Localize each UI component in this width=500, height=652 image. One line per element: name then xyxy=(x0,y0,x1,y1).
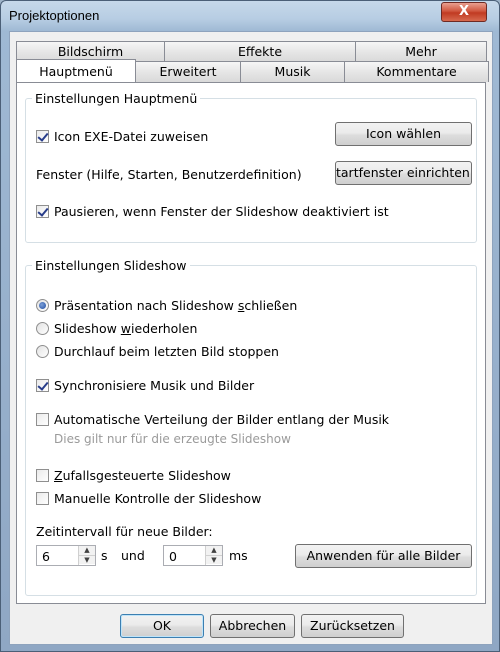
project-options-window: Projektoptionen X Bildschirm Effekte Meh… xyxy=(0,0,500,652)
choose-icon-button[interactable]: Icon wählen xyxy=(335,122,472,146)
manual-control-label[interactable]: Manuelle Kontrolle der Slideshow xyxy=(54,491,261,506)
reset-button[interactable]: Zurücksetzen xyxy=(301,614,404,638)
close-button[interactable]: X xyxy=(441,2,487,22)
repeat-slideshow-label[interactable]: Slideshow wiederholen xyxy=(54,321,197,336)
stepper-up-icon[interactable]: ▲ xyxy=(79,546,95,555)
auto-distribute-checkbox[interactable] xyxy=(36,413,49,426)
ok-button[interactable]: OK xyxy=(120,614,204,638)
stepper-up-icon[interactable]: ▲ xyxy=(206,546,222,555)
group-main-menu-legend: Einstellungen Hauptmenü xyxy=(35,91,198,106)
tab-kommentare[interactable]: Kommentare xyxy=(344,61,489,82)
tab-musik[interactable]: Musik xyxy=(240,61,345,82)
milliseconds-unit-label: ms xyxy=(229,548,248,563)
setup-start-window-button[interactable]: tartfenster einrichten. xyxy=(335,161,472,185)
sync-music-checkbox[interactable] xyxy=(36,379,49,392)
milliseconds-value[interactable]: 0 xyxy=(169,549,177,564)
icon-exe-checkbox[interactable] xyxy=(36,130,49,143)
repeat-slideshow-radio[interactable] xyxy=(36,322,49,335)
seconds-stepper[interactable]: 6 ▲ ▼ xyxy=(36,545,96,566)
pause-label[interactable]: Pausieren, wenn Fenster der Slideshow de… xyxy=(54,204,389,219)
milliseconds-stepper[interactable]: 0 ▲ ▼ xyxy=(163,545,223,566)
icon-exe-label[interactable]: Icon EXE-Datei zuweisen xyxy=(54,129,208,144)
stepper-down-icon[interactable]: ▼ xyxy=(79,555,95,564)
close-after-slideshow-label[interactable]: Präsentation nach Slideshow schließen xyxy=(54,298,297,313)
tab-panel-hauptmenue: Einstellungen Hauptmenü Icon EXE-Datei z… xyxy=(16,82,486,604)
seconds-unit-label: s xyxy=(101,548,108,563)
cancel-button[interactable]: Abbrechen xyxy=(210,614,295,638)
tab-row-2: Hauptmenü Erweitert Musik Kommentare xyxy=(16,59,489,82)
apply-to-all-images-button[interactable]: Anwenden für alle Bilder xyxy=(295,544,472,568)
dialog-client-area: Bildschirm Effekte Mehr Hauptmenü Erweit… xyxy=(9,31,493,645)
auto-distribute-hint: Dies gilt nur für die erzeugte Slideshow xyxy=(54,432,291,446)
title-bar: Projektoptionen X xyxy=(1,1,499,31)
auto-distribute-label[interactable]: Automatische Verteilung der Bilder entla… xyxy=(54,412,389,427)
pause-checkbox[interactable] xyxy=(36,205,49,218)
manual-control-checkbox[interactable] xyxy=(36,492,49,505)
random-slideshow-label[interactable]: Zufallsgesteuerte Slideshow xyxy=(54,468,231,483)
tab-effekte[interactable]: Effekte xyxy=(164,41,356,62)
sync-music-label[interactable]: Synchronisiere Musik und Bilder xyxy=(54,378,254,393)
and-label: und xyxy=(121,548,145,563)
window-settings-label: Fenster (Hilfe, Starten, Benutzerdefinit… xyxy=(36,167,302,182)
stop-at-last-image-radio[interactable] xyxy=(36,345,49,358)
window-title: Projektoptionen xyxy=(9,8,100,23)
random-slideshow-checkbox[interactable] xyxy=(36,469,49,482)
stepper-down-icon[interactable]: ▼ xyxy=(206,555,222,564)
seconds-value[interactable]: 6 xyxy=(42,549,50,564)
tab-mehr[interactable]: Mehr xyxy=(355,41,487,62)
group-slideshow-legend: Einstellungen Slideshow xyxy=(35,258,187,273)
close-after-slideshow-radio[interactable] xyxy=(36,299,49,312)
seconds-stepper-arrows[interactable]: ▲ ▼ xyxy=(78,546,95,565)
tab-hauptmenue[interactable]: Hauptmenü xyxy=(16,59,136,82)
stop-at-last-image-label[interactable]: Durchlauf beim letzten Bild stoppen xyxy=(54,344,279,359)
tab-erweitert[interactable]: Erweitert xyxy=(135,61,241,82)
milliseconds-stepper-arrows[interactable]: ▲ ▼ xyxy=(205,546,222,565)
close-icon: X xyxy=(458,4,470,19)
interval-label: Zeitintervall für neue Bilder: xyxy=(36,524,213,539)
